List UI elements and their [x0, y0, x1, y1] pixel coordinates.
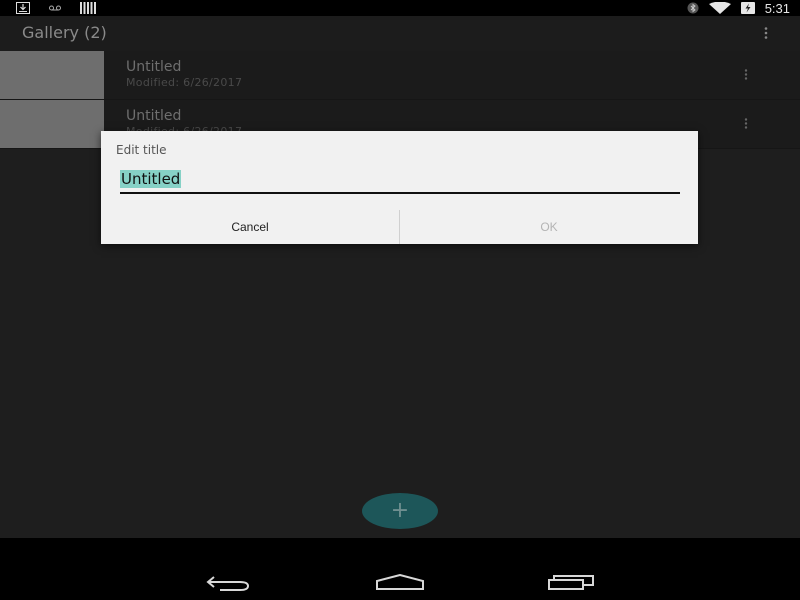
item-modified-date: Modified: 6/26/2017: [126, 76, 243, 89]
add-button[interactable]: +: [362, 493, 438, 529]
plus-icon: +: [390, 498, 410, 523]
overflow-menu-icon[interactable]: [764, 27, 768, 39]
dialog-title: Edit title: [116, 143, 167, 157]
item-title: Untitled: [126, 59, 182, 75]
thumbnail[interactable]: [0, 100, 104, 148]
item-title: Untitled: [126, 108, 182, 124]
back-icon[interactable]: [206, 574, 252, 592]
action-bar: Gallery (2): [0, 16, 800, 51]
battery-charging-icon: [740, 2, 755, 14]
voicemail-icon: [48, 3, 62, 13]
item-overflow-menu-icon[interactable]: [744, 69, 748, 80]
home-icon[interactable]: [376, 574, 424, 590]
wifi-icon: [708, 2, 731, 14]
item-overflow-menu-icon[interactable]: [744, 118, 748, 129]
title-input[interactable]: Untitled: [120, 167, 680, 194]
gallery-screen: Gallery (2) Untitled Modified: 6/26/2017…: [0, 16, 800, 538]
download-icon: [16, 2, 30, 14]
status-left-icons: [16, 2, 96, 14]
title-input-value[interactable]: Untitled: [120, 170, 182, 188]
recents-icon[interactable]: [548, 574, 594, 590]
bluetooth-icon: [687, 2, 699, 14]
dialog-buttons: Cancel OK: [101, 210, 698, 244]
page-title: Gallery (2): [22, 23, 107, 42]
status-right-icons: 5:31: [687, 0, 790, 16]
list-item[interactable]: Untitled Modified: 6/26/2017: [0, 51, 800, 100]
signal-bars-icon: [80, 2, 96, 14]
status-time: 5:31: [764, 0, 790, 16]
thumbnail[interactable]: [0, 51, 104, 99]
cancel-button[interactable]: Cancel: [101, 210, 399, 244]
navigation-bar: [0, 538, 800, 600]
edit-title-dialog: Edit title Untitled Cancel OK: [101, 131, 698, 244]
ok-button[interactable]: OK: [400, 210, 698, 244]
status-bar: 5:31: [0, 0, 800, 16]
